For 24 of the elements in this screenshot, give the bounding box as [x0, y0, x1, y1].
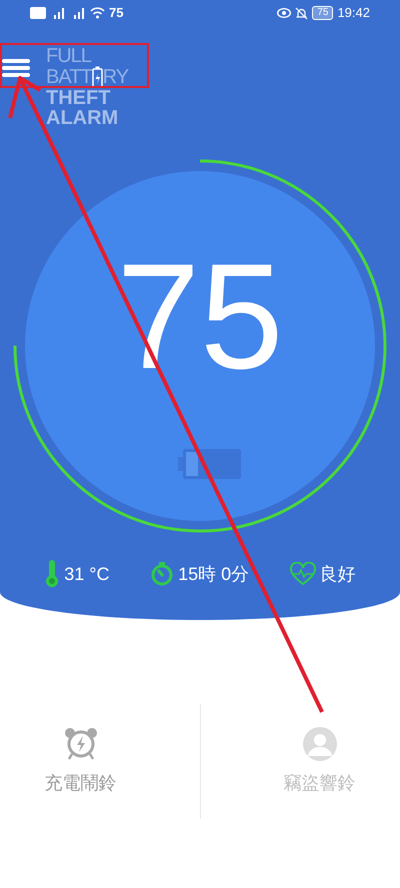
menu-button[interactable] [2, 56, 30, 80]
stat-value: 15時 0分 [178, 562, 250, 586]
thief-avatar-icon [302, 726, 338, 762]
battery-icon [92, 66, 103, 88]
wifi-icon [90, 7, 105, 19]
alarm-button[interactable]: 充電鬧鈴 [38, 725, 122, 798]
network-speed: 75 [109, 4, 124, 22]
battery-level: 75 [312, 6, 334, 20]
status-time: 19:42 [337, 4, 370, 22]
stat-value: 良好 [320, 562, 356, 586]
stat-value: 31 °C [64, 562, 110, 586]
alarm-clock-icon [62, 726, 98, 762]
eye-icon [277, 8, 292, 18]
logo-text: FULL [46, 46, 92, 66]
muted-bell-icon [295, 6, 308, 20]
stopwatch-icon [150, 562, 174, 586]
battery-icon [178, 448, 242, 480]
logo-text: RY [102, 67, 128, 87]
heartbeat-icon [290, 562, 316, 586]
logo-text: BATT [46, 67, 92, 87]
logo-text: ALARM [46, 108, 120, 128]
thermometer-icon [44, 560, 60, 588]
logo-text: THEFT [46, 88, 112, 108]
menu-icon [2, 58, 30, 78]
